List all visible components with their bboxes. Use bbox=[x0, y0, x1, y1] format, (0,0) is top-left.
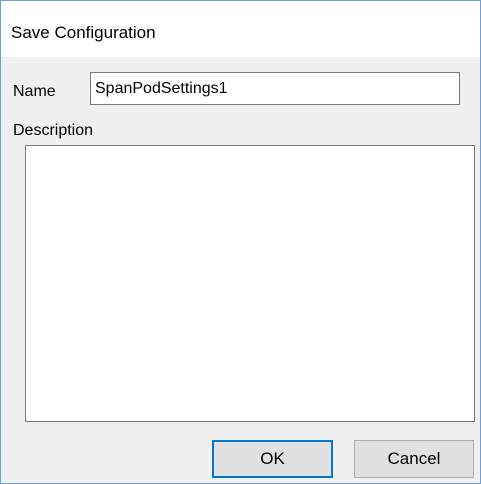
save-configuration-dialog: Save Configuration Name SpanPodSettings1… bbox=[0, 0, 481, 484]
description-label: Description bbox=[13, 122, 94, 139]
dialog-title: Save Configuration bbox=[11, 23, 156, 42]
ok-button[interactable]: OK bbox=[212, 440, 333, 478]
name-label: Name bbox=[13, 83, 56, 100]
title-bar[interactable]: Save Configuration bbox=[1, 1, 480, 57]
name-input[interactable]: SpanPodSettings1 bbox=[90, 72, 460, 105]
cancel-button[interactable]: Cancel bbox=[354, 440, 474, 478]
description-textarea[interactable] bbox=[25, 145, 475, 422]
